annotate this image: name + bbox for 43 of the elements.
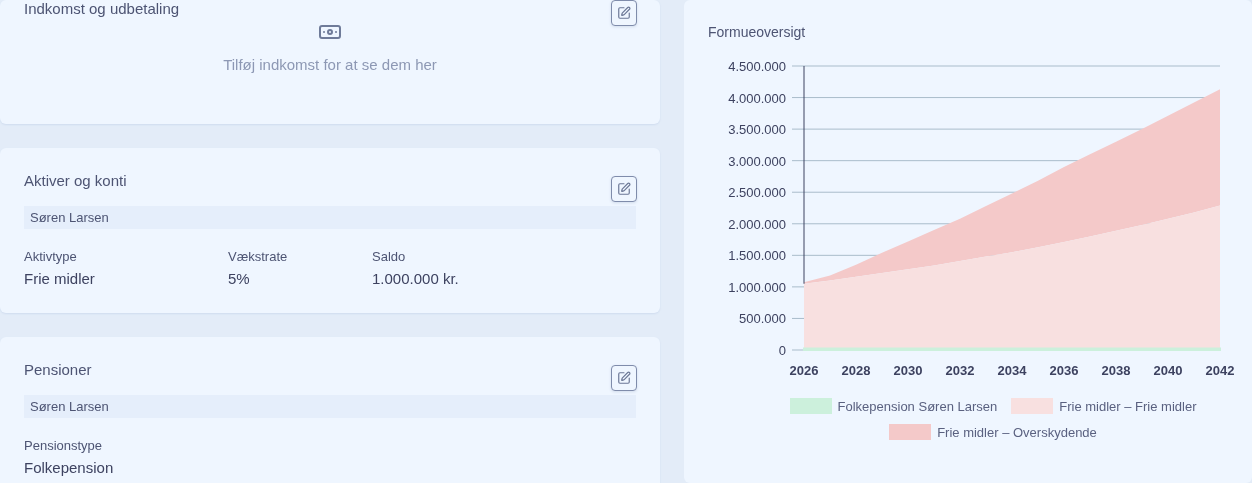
legend-label: Frie midler – Overskydende	[937, 424, 1097, 440]
y-tick-label: 1.000.000	[728, 279, 786, 295]
person-name: Søren Larsen	[24, 395, 636, 418]
chart-title: Formueoversigt	[708, 24, 807, 40]
y-tick-label: 2.000.000	[728, 216, 786, 232]
card-title: Aktiver og konti	[24, 172, 127, 189]
x-tick-label: 2032	[945, 363, 975, 378]
x-tick-label: 2040	[1153, 363, 1183, 378]
y-tick-label: 0	[778, 343, 786, 358]
y-tick-label: 3.500.000	[728, 122, 786, 138]
y-tick-label: 500.000	[739, 311, 786, 327]
edit-button[interactable]	[611, 365, 637, 391]
field-value: Folkepension	[24, 459, 115, 476]
field-label: Pensionstype	[24, 438, 104, 453]
y-tick-label: 4.000.000	[728, 90, 786, 106]
edit-button[interactable]	[611, 176, 637, 202]
legend-label: Folkepension Søren Larsen	[837, 398, 998, 414]
y-tick-label: 3.000.000	[728, 153, 786, 169]
edit-icon	[617, 182, 631, 196]
field-label: Aktivtype	[24, 249, 78, 264]
field-value: Frie midler	[24, 270, 96, 287]
legend-label: Frie midler – Frie midler	[1059, 398, 1197, 414]
edit-icon	[617, 6, 631, 20]
edit-button[interactable]	[611, 0, 637, 26]
x-tick-label: 2036	[1049, 363, 1079, 378]
x-tick-label: 2026	[789, 363, 819, 378]
empty-text: Tilføj indkomst for at se dem her	[223, 56, 437, 73]
field-label: Vækstrate	[228, 249, 289, 264]
field-label: Saldo	[372, 249, 407, 264]
card-title: Indkomst og udbetaling	[24, 0, 180, 17]
x-tick-label: 2038	[1101, 363, 1131, 378]
person-name: Søren Larsen	[24, 206, 636, 229]
field-value: 5%	[228, 270, 251, 287]
y-tick-label: 1.500.000	[728, 248, 786, 264]
y-tick-label: 2.500.000	[728, 185, 786, 201]
x-tick-label: 2030	[893, 363, 923, 378]
x-tick-label: 2028	[841, 363, 871, 378]
x-tick-label: 2034	[997, 363, 1027, 378]
y-tick-label: 4.500.000	[728, 59, 786, 74]
field-value: 1.000.000 kr.	[372, 270, 460, 287]
x-tick-label: 2042	[1205, 363, 1234, 378]
card-title: Pensioner	[24, 361, 92, 378]
edit-icon	[617, 371, 631, 385]
